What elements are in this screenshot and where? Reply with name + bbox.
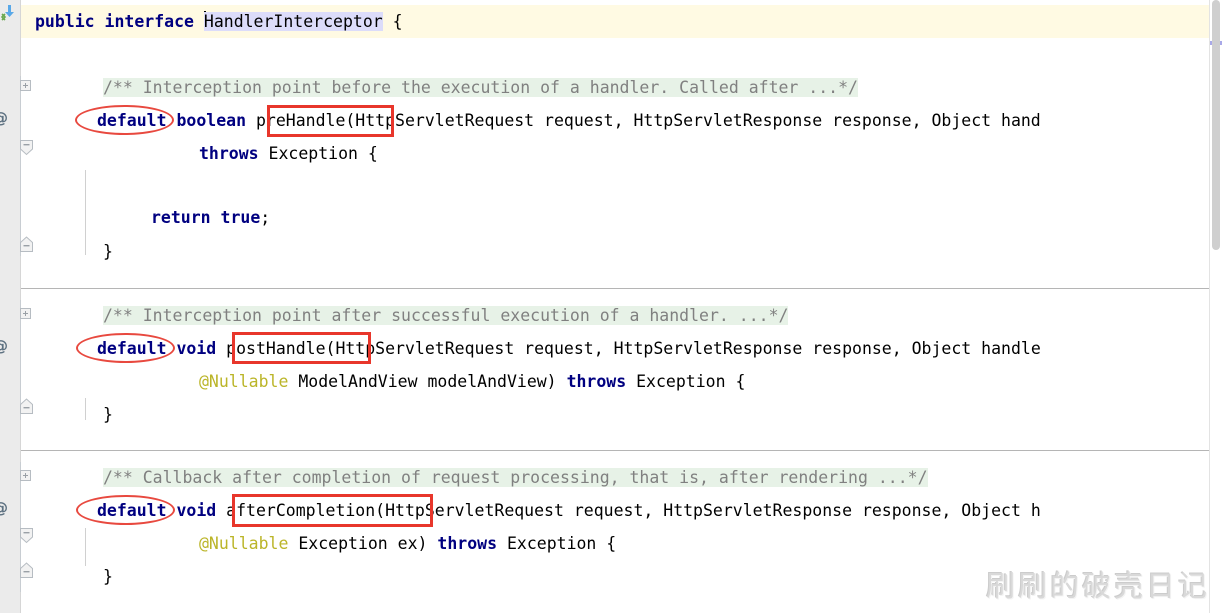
annotation-marker-icon[interactable]: @ (0, 338, 9, 354)
line-aftercompletion-close[interactable]: } (103, 560, 113, 593)
keyword-throws: throws (437, 534, 498, 553)
fold-collapse-icon[interactable] (20, 140, 33, 156)
keyword-return: return (151, 208, 211, 227)
line-declaration[interactable]: public interface HandlerInterceptor { (35, 5, 403, 38)
annotation-nullable: @Nullable (199, 534, 289, 553)
code-content[interactable]: public interface HandlerInterceptor { /*… (21, 0, 1222, 613)
line-aftercompletion-params[interactable]: @Nullable Exception ex) throws Exception… (199, 527, 616, 560)
fold-collapse-icon[interactable] (20, 562, 33, 578)
keyword-throws: throws (566, 372, 627, 391)
fold-collapse-icon[interactable] (20, 398, 33, 414)
keyword-void: void (176, 339, 217, 358)
keyword-default: default (97, 501, 167, 520)
line-prehandle-return[interactable]: return true; (151, 201, 270, 234)
annotation-nullable: @Nullable (199, 372, 289, 391)
keyword-public: public (35, 12, 95, 31)
annotation-marker-icon[interactable]: @ (0, 110, 9, 126)
fold-expand-icon[interactable] (20, 80, 31, 91)
line-prehandle-close[interactable]: } (103, 235, 113, 268)
code-editor[interactable]: @ @ @ (0, 0, 1222, 613)
javadoc-comment-prehandle: /** Interception point before the execut… (103, 78, 858, 97)
brace-open: { (382, 12, 403, 31)
literal-true: true (220, 208, 261, 227)
implemented-method-icon[interactable] (0, 4, 18, 21)
line-posthandle-comment[interactable]: /** Interception point after successful … (103, 299, 789, 332)
type-name-handlerinterceptor: HandlerInterceptor (203, 12, 383, 31)
annotation-marker-icon[interactable]: @ (0, 500, 9, 516)
line-aftercompletion-signature[interactable]: default void afterCompletion(HttpServlet… (97, 494, 1041, 527)
brace-close: } (103, 242, 113, 261)
method-signature-aftercompletion: afterCompletion(HttpServletRequest reque… (226, 501, 1041, 520)
keyword-default: default (97, 111, 167, 130)
fold-expand-icon[interactable] (20, 470, 31, 481)
line-prehandle-signature[interactable]: default boolean preHandle(HttpServletReq… (97, 104, 1041, 137)
fold-collapse-icon[interactable] (20, 528, 33, 544)
semicolon: ; (260, 208, 271, 227)
brace-close: } (103, 567, 113, 586)
line-posthandle-close[interactable]: } (103, 398, 113, 431)
fold-expand-icon[interactable] (20, 308, 31, 319)
line-prehandle-comment[interactable]: /** Interception point before the execut… (103, 71, 858, 104)
line-prehandle-throws[interactable]: throws Exception { (199, 137, 378, 170)
line-aftercompletion-comment[interactable]: /** Callback after completion of request… (103, 461, 928, 494)
param-modelandview: ModelAndView modelAndView) (288, 372, 567, 391)
keyword-throws: throws (199, 144, 259, 163)
line-posthandle-params[interactable]: @Nullable ModelAndView modelAndView) thr… (199, 365, 745, 398)
fold-span-line-prehandle (20, 76, 21, 256)
brace-close: } (103, 405, 113, 424)
throws-clause-prehandle: Exception { (258, 144, 378, 163)
throws-clause-posthandle: Exception { (626, 372, 746, 391)
editor-gutter[interactable] (0, 0, 20, 613)
keyword-void: void (176, 501, 217, 520)
javadoc-comment-posthandle: /** Interception point after successful … (103, 306, 789, 325)
watermark: 刷刷的破壳日记 (985, 569, 1210, 603)
keyword-default: default (97, 339, 167, 358)
editor-scrollbar-thumb[interactable] (1212, 0, 1220, 250)
throws-clause-aftercompletion: Exception { (497, 534, 617, 553)
keyword-interface: interface (104, 12, 194, 31)
keyword-boolean: boolean (176, 111, 247, 130)
line-posthandle-signature[interactable]: default void postHandle(HttpServletReque… (97, 332, 1041, 365)
param-exception-ex: Exception ex) (288, 534, 438, 553)
method-signature-prehandle: preHandle(HttpServletRequest request, Ht… (255, 111, 1041, 130)
method-signature-posthandle: postHandle(HttpServletRequest request, H… (226, 339, 1041, 358)
fold-collapse-icon[interactable] (20, 236, 33, 252)
javadoc-comment-aftercompletion: /** Callback after completion of request… (103, 468, 928, 487)
